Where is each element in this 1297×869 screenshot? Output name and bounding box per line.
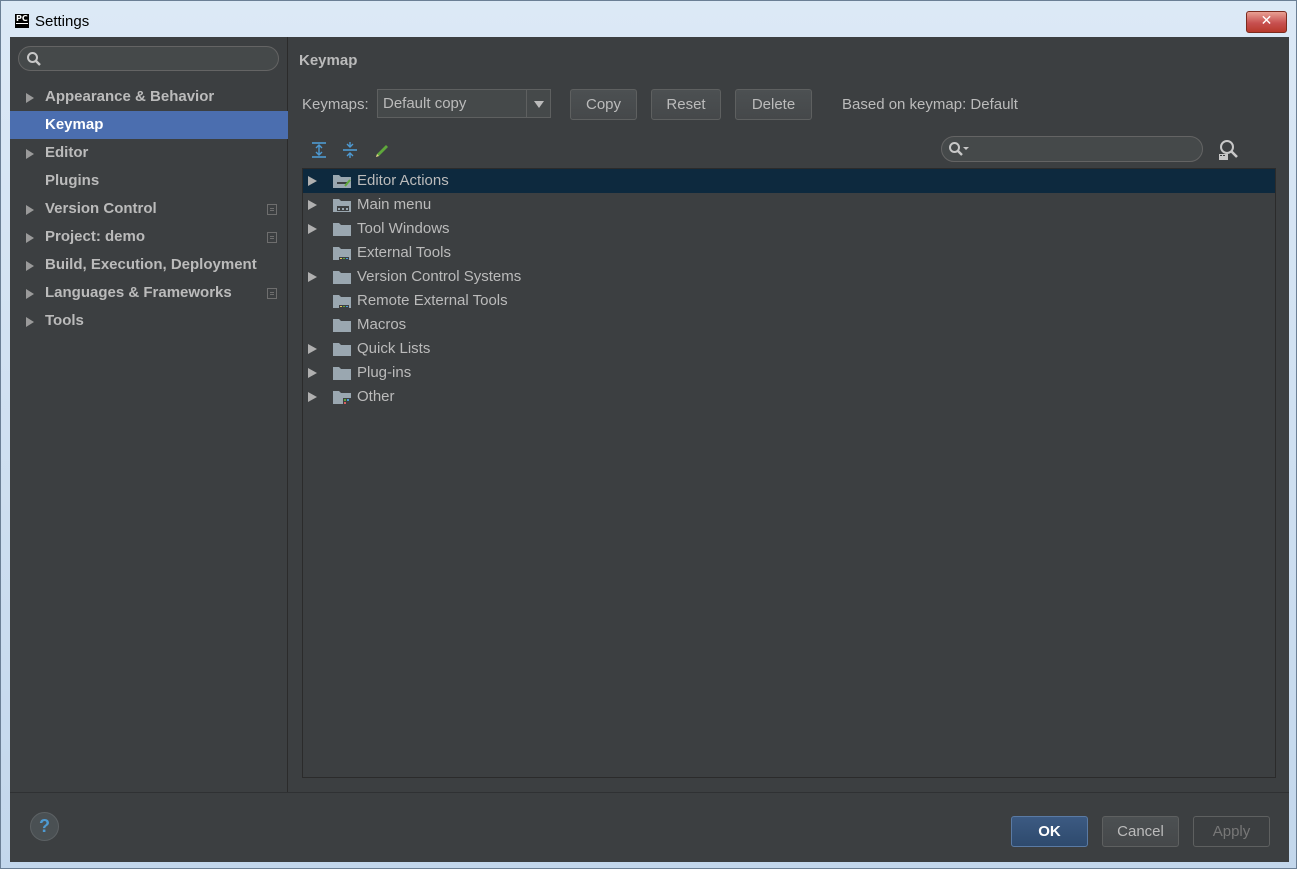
sidebar-item-label: Appearance & Behavior (45, 88, 215, 105)
footer-divider (10, 792, 1289, 793)
tree-node-editor-actions[interactable]: Editor Actions (303, 169, 1275, 193)
sidebar-item-keymap[interactable]: Keymap (10, 111, 288, 139)
find-by-shortcut-icon[interactable] (1217, 139, 1239, 161)
close-button[interactable]: ✕ (1246, 11, 1287, 33)
sidebar-tree: Appearance & Behavior Keymap Editor Plugins… (10, 83, 288, 335)
chevron-right-icon[interactable] (26, 205, 34, 215)
folder-icon (333, 367, 351, 380)
sidebar-item-label: Build, Execution, Deployment (45, 256, 257, 273)
tree-node-version-control-systems[interactable]: Version Control Systems (303, 265, 1275, 289)
expand-all-icon[interactable] (310, 141, 328, 159)
pycharm-app-icon: PC (15, 14, 29, 28)
chevron-right-icon[interactable] (308, 344, 317, 354)
search-icon (949, 142, 969, 156)
tree-node-label: Other (357, 388, 395, 405)
tools-folder-icon (333, 247, 351, 260)
folder-icon (333, 271, 351, 284)
tree-node-remote-external-tools[interactable]: Remote External Tools (303, 289, 1275, 313)
project-level-icon (267, 232, 277, 243)
settings-search-input[interactable] (18, 46, 279, 71)
action-search-input[interactable] (941, 136, 1203, 162)
keymap-select-value: Default copy (383, 95, 467, 112)
tree-node-external-tools[interactable]: External Tools (303, 241, 1275, 265)
chevron-down-icon[interactable] (526, 90, 550, 117)
dialog-content: Appearance & Behavior Keymap Editor Plugins… (10, 37, 1289, 862)
tree-node-label: Remote External Tools (357, 292, 508, 309)
chevron-right-icon[interactable] (308, 272, 317, 282)
menu-folder-icon (333, 199, 351, 212)
sidebar-item-label: Project: demo (45, 228, 146, 245)
tree-node-label: Macros (357, 316, 407, 333)
chevron-right-icon[interactable] (26, 149, 34, 159)
window-title: Settings (35, 13, 90, 30)
tree-node-quick-lists[interactable]: Quick Lists (303, 337, 1275, 361)
sidebar-item-languages-frameworks[interactable]: Languages & Frameworks (10, 279, 288, 307)
chevron-right-icon[interactable] (26, 289, 34, 299)
search-icon (27, 52, 41, 66)
settings-sidebar: Appearance & Behavior Keymap Editor Plugins… (10, 37, 288, 792)
chevron-right-icon[interactable] (26, 261, 34, 271)
tree-node-tool-windows[interactable]: Tool Windows (303, 217, 1275, 241)
tree-node-main-menu[interactable]: Main menu (303, 193, 1275, 217)
tree-node-label: Plug-ins (357, 364, 412, 381)
sidebar-item-plugins[interactable]: Plugins (10, 167, 288, 195)
chevron-right-icon[interactable] (308, 368, 317, 378)
keymap-panel: Keymap Keymaps: Default copy Copy Reset … (289, 37, 1289, 792)
chevron-right-icon[interactable] (308, 176, 317, 186)
project-level-icon (267, 288, 277, 299)
chevron-right-icon[interactable] (26, 233, 34, 243)
copy-button[interactable]: Copy (570, 89, 637, 120)
tree-node-plug-ins[interactable]: Plug-ins (303, 361, 1275, 385)
settings-window: PC Settings ✕ Appearance & Behavior Keyma… (0, 0, 1297, 869)
tree-node-other[interactable]: Other (303, 385, 1275, 409)
sidebar-item-tools[interactable]: Tools (10, 307, 288, 335)
sidebar-item-label: Version Control (45, 200, 157, 217)
cancel-button[interactable]: Cancel (1102, 816, 1179, 847)
chevron-right-icon[interactable] (26, 317, 34, 327)
tools-folder-icon (333, 295, 351, 308)
folder-icon (333, 319, 351, 332)
sidebar-item-appearance-behavior[interactable]: Appearance & Behavior (10, 83, 288, 111)
chevron-right-icon[interactable] (308, 200, 317, 210)
sidebar-item-label: Tools (45, 312, 84, 329)
collapse-all-icon[interactable] (341, 141, 359, 159)
title-bar: PC Settings ✕ (1, 1, 1296, 37)
based-on-keymap-label: Based on keymap: Default (842, 96, 1018, 113)
sidebar-item-project-demo[interactable]: Project: demo (10, 223, 288, 251)
tree-node-label: Tool Windows (357, 220, 450, 237)
tree-node-label: Editor Actions (357, 172, 449, 189)
edit-shortcut-icon[interactable] (373, 141, 391, 159)
delete-button[interactable]: Delete (735, 89, 812, 120)
folder-icon (333, 343, 351, 356)
page-title: Keymap (299, 52, 358, 69)
tree-node-label: Main menu (357, 196, 432, 213)
other-folder-icon (333, 391, 351, 404)
chevron-right-icon[interactable] (308, 392, 317, 402)
sidebar-item-editor[interactable]: Editor (10, 139, 288, 167)
ok-button[interactable]: OK (1011, 816, 1088, 847)
tree-node-label: Quick Lists (357, 340, 431, 357)
sidebar-item-label: Keymap (45, 116, 104, 133)
tree-node-macros[interactable]: Macros (303, 313, 1275, 337)
keymaps-label: Keymaps: (302, 96, 369, 113)
sidebar-item-build-execution-deployment[interactable]: Build, Execution, Deployment (10, 251, 288, 279)
help-button[interactable]: ? (30, 812, 59, 841)
reset-button[interactable]: Reset (651, 89, 721, 120)
actions-tree: Editor Actions Main menu Tool Windows Exter… (302, 168, 1276, 778)
folder-icon (333, 223, 351, 236)
editor-actions-folder-icon (333, 175, 351, 188)
sidebar-item-label: Languages & Frameworks (45, 284, 232, 301)
tree-node-label: External Tools (357, 244, 451, 261)
tree-node-label: Version Control Systems (357, 268, 522, 285)
sidebar-item-label: Editor (45, 144, 89, 161)
chevron-right-icon[interactable] (26, 93, 34, 103)
sidebar-item-version-control[interactable]: Version Control (10, 195, 288, 223)
sidebar-item-label: Plugins (45, 172, 100, 189)
project-level-icon (267, 204, 277, 215)
apply-button[interactable]: Apply (1193, 816, 1270, 847)
keymap-select[interactable]: Default copy (377, 89, 551, 118)
chevron-right-icon[interactable] (308, 224, 317, 234)
